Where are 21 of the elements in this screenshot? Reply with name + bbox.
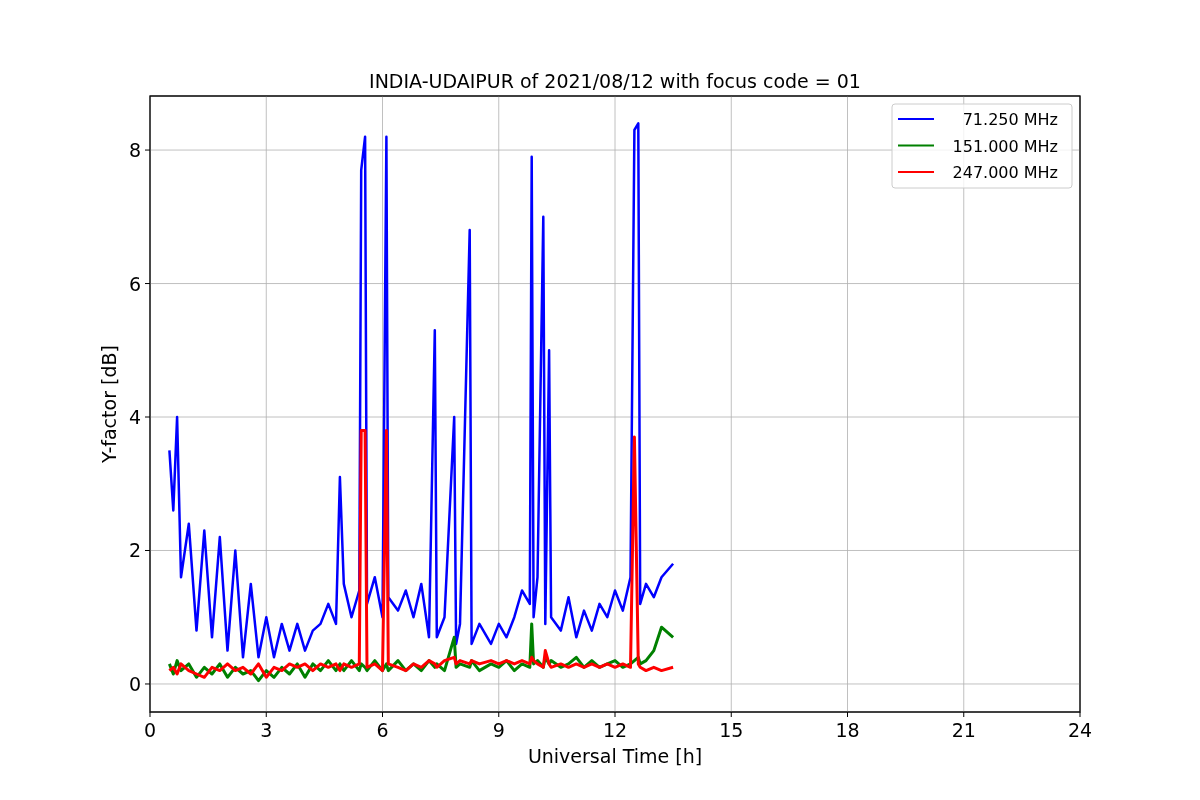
y-tick-label: 0 (128, 672, 141, 695)
x-tick-label: 12 (602, 719, 628, 741)
y-tick-label: 4 (128, 406, 141, 428)
x-tick-label: 21 (951, 719, 976, 741)
x-tick-label: 6 (376, 719, 389, 741)
chart-title: INDIA-UDAIPUR of 2021/08/12 with focus code = 01 (369, 70, 861, 92)
x-tick-label: 15 (719, 719, 744, 741)
legend-label: 71.250 MHz (962, 110, 1058, 129)
y-tick-label: 2 (128, 539, 141, 562)
x-tick-label: 24 (1067, 719, 1093, 741)
x-tick-label: 9 (492, 719, 505, 741)
x-tick-label: 0 (143, 719, 157, 741)
legend-label: 247.000 MHz (952, 163, 1058, 182)
y-axis-label: Y-factor [dB] (98, 345, 120, 463)
x-tick-label: 3 (260, 719, 273, 741)
legend-swatch (897, 144, 935, 147)
legend-label: 151.000 MHz (952, 136, 1058, 156)
x-axis-label: Universal Time [h] (527, 745, 703, 767)
x-tick-label: 18 (835, 719, 860, 741)
y-tick-label: 6 (128, 272, 141, 295)
y-tick-label: 8 (128, 139, 141, 162)
